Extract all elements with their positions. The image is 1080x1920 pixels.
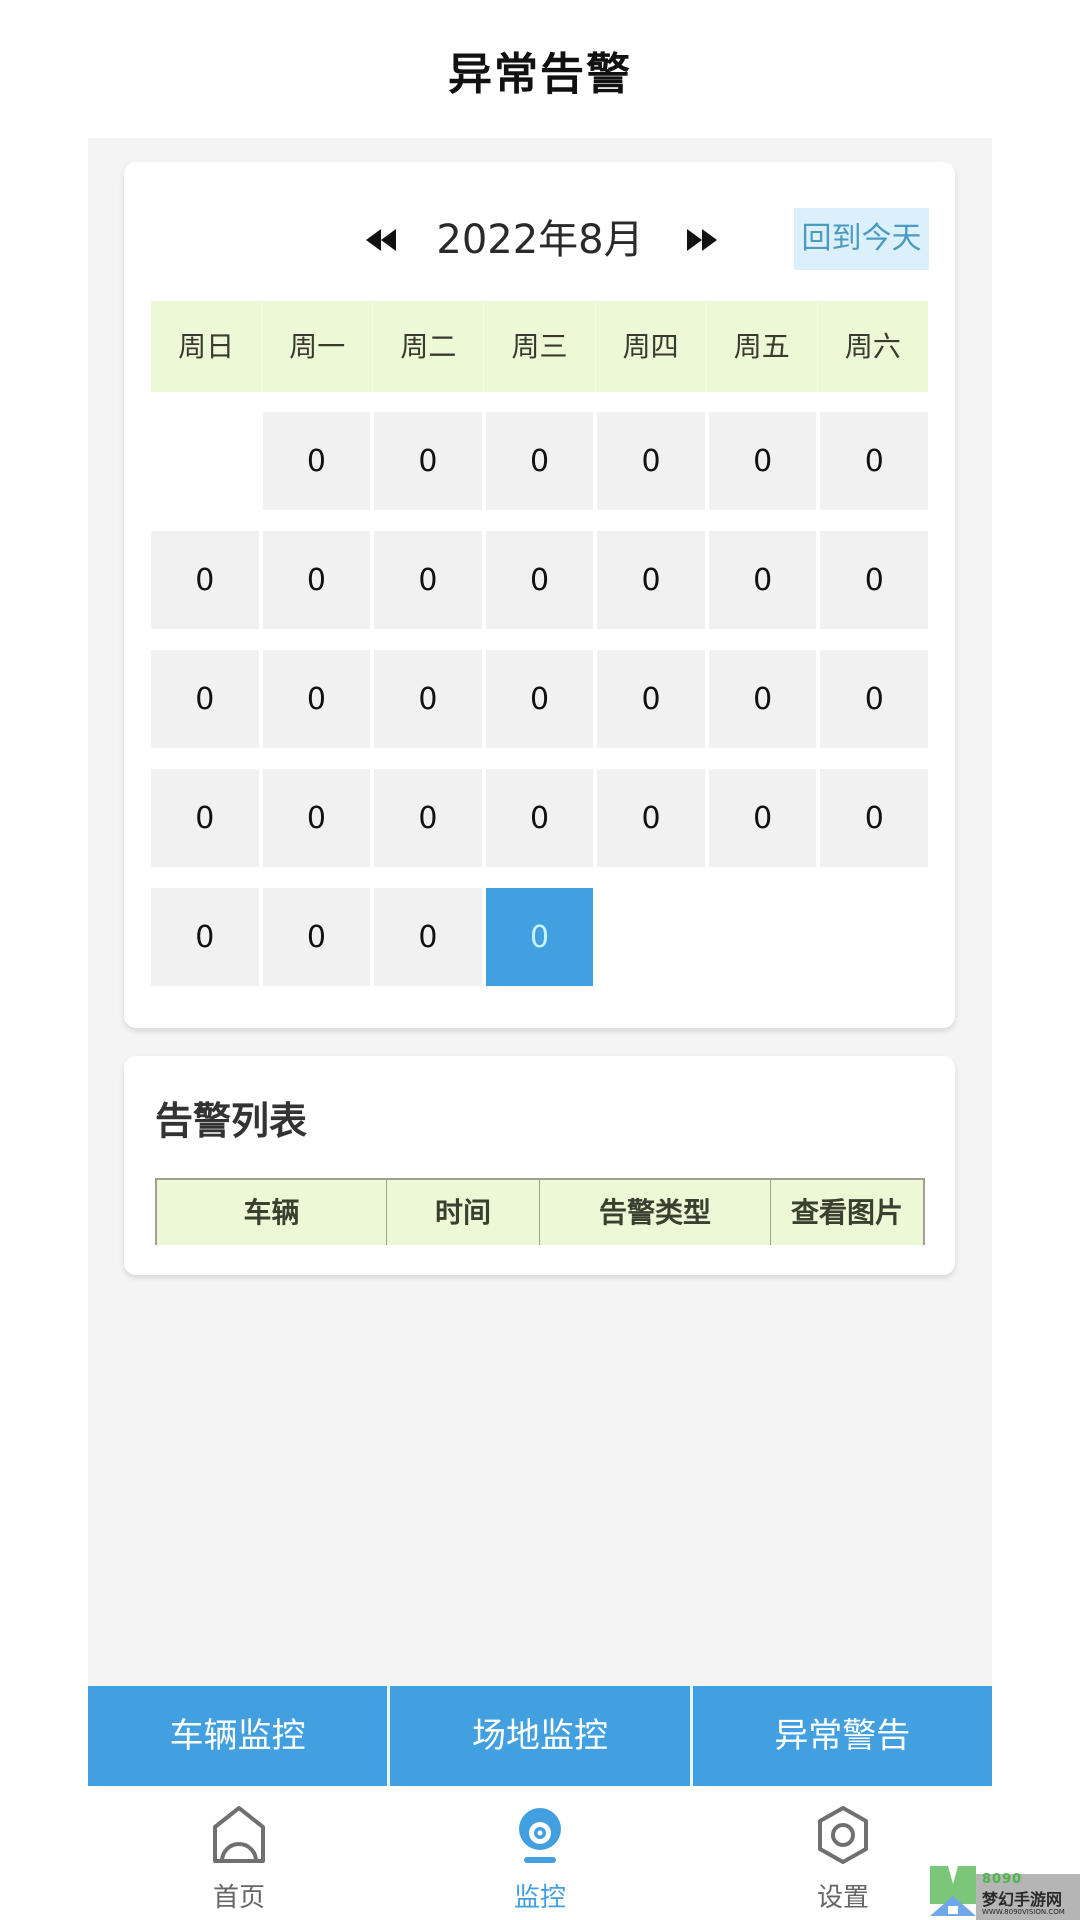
calendar-day-cell[interactable]: 0 bbox=[262, 650, 371, 748]
calendar-day-cell[interactable]: 0 bbox=[262, 769, 371, 867]
column-view-photo: 查看图片 bbox=[790, 1196, 903, 1229]
calendar-day-cell[interactable]: 0 bbox=[151, 650, 259, 748]
double-triangle-left-icon bbox=[366, 229, 396, 251]
weekday-sun: 周日 bbox=[151, 301, 263, 392]
calendar-day-cell[interactable]: 0 bbox=[820, 531, 929, 629]
watermark: 8090 梦幻手游网 WWW.8090VISION.COM bbox=[930, 1860, 1080, 1920]
calendar-day-cell[interactable]: 0 bbox=[374, 412, 482, 510]
tab-vehicle-monitor[interactable]: 车辆监控 bbox=[88, 1686, 391, 1786]
column-vehicle: 车辆 bbox=[157, 1180, 387, 1245]
weekday-tue: 周二 bbox=[373, 301, 485, 392]
column-alert-type: 告警类型 bbox=[540, 1180, 771, 1245]
calendar-day-cell[interactable]: 0 bbox=[597, 769, 705, 867]
nav-settings-label: 设置 bbox=[816, 1883, 869, 1913]
calendar-day-cell[interactable]: 0 bbox=[151, 888, 259, 986]
calendar-day-cell[interactable]: 0 bbox=[485, 769, 594, 867]
bottom-nav: 首页 监控 设置 bbox=[0, 1795, 1080, 1920]
calendar-day-cell[interactable]: 0 bbox=[708, 650, 817, 748]
calendar-week-row: 000000 bbox=[151, 412, 929, 510]
calendar-day-cell[interactable]: 0 bbox=[820, 769, 929, 867]
calendar-day-cell[interactable]: 0 bbox=[708, 412, 817, 510]
calendar-day-cell[interactable]: 0 bbox=[820, 412, 929, 510]
month-label: 2022年8月 bbox=[436, 217, 644, 263]
column-time: 时间 bbox=[387, 1180, 540, 1245]
prev-month-button[interactable] bbox=[361, 220, 401, 260]
nav-monitor-label: 监控 bbox=[513, 1883, 566, 1913]
nav-home-label: 首页 bbox=[212, 1883, 265, 1913]
calendar-day-cell[interactable]: 0 bbox=[597, 531, 705, 629]
calendar-day-cell[interactable]: 0 bbox=[485, 412, 594, 510]
watermark-number: 8090 bbox=[982, 1872, 1023, 1887]
next-month-button[interactable] bbox=[682, 220, 722, 260]
calendar-empty-cell bbox=[597, 888, 705, 986]
watermark-logo-icon bbox=[930, 1866, 976, 1916]
calendar-week-row: 0000000 bbox=[151, 650, 929, 748]
calendar-day-cell[interactable]: 0 bbox=[597, 650, 705, 748]
nav-home[interactable]: 首页 bbox=[179, 1805, 299, 1915]
calendar-day-cell[interactable]: 0 bbox=[374, 650, 482, 748]
page-title: 异常告警 bbox=[448, 49, 632, 100]
calendar-day-cell[interactable]: 0 bbox=[374, 888, 482, 986]
monitor-sub-tabs: 车辆监控 场地监控 异常警告 bbox=[88, 1686, 992, 1786]
calendar-week-row: 0000 bbox=[151, 888, 928, 986]
weekday-thu: 周四 bbox=[596, 301, 707, 392]
calendar-day-cell[interactable]: 0 bbox=[597, 412, 705, 510]
calendar-day-cell[interactable]: 0 bbox=[262, 888, 371, 986]
calendar-grid: 0000000000000000000000000000000 bbox=[151, 412, 929, 1007]
watermark-name: 梦幻手游网 bbox=[982, 1890, 1063, 1909]
calendar-day-cell[interactable]: 0 bbox=[708, 769, 817, 867]
watermark-url: WWW.8090VISION.COM bbox=[982, 1908, 1065, 1916]
back-to-today-button[interactable]: 回到今天 bbox=[794, 208, 929, 270]
tab-abnormal-alert[interactable]: 异常警告 bbox=[693, 1686, 992, 1786]
calendar-day-cell[interactable]: 0 bbox=[151, 769, 259, 867]
tab-site-monitor[interactable]: 场地监控 bbox=[390, 1686, 693, 1786]
calendar-day-cell[interactable]: 0 bbox=[262, 412, 371, 510]
calendar-empty-cell bbox=[709, 888, 817, 986]
calendar-day-cell[interactable]: 0 bbox=[820, 650, 929, 748]
weekday-mon: 周一 bbox=[262, 301, 374, 392]
alert-list-title: 告警列表 bbox=[155, 1099, 308, 1143]
calendar-empty-cell bbox=[820, 888, 928, 986]
calendar-day-cell[interactable]: 0 bbox=[708, 531, 817, 629]
calendar-day-cell[interactable]: 0 bbox=[262, 531, 371, 629]
home-icon bbox=[213, 1806, 265, 1863]
calendar-day-cell[interactable]: 0 bbox=[485, 650, 594, 748]
calendar-week-row: 0000000 bbox=[151, 769, 929, 867]
calendar-day-cell-selected[interactable]: 0 bbox=[485, 888, 594, 986]
settings-icon bbox=[818, 1806, 868, 1864]
calendar-day-cell[interactable]: 0 bbox=[151, 531, 259, 629]
calendar-day-cell[interactable]: 0 bbox=[374, 531, 482, 629]
nav-monitor[interactable]: 监控 bbox=[480, 1805, 600, 1915]
calendar-day-cell[interactable]: 0 bbox=[374, 769, 482, 867]
weekday-fri: 周五 bbox=[707, 301, 818, 392]
calendar-empty-cell bbox=[151, 412, 259, 510]
weekday-header: 周日 周一 周二 周三 周四 周五 周六 bbox=[151, 301, 928, 392]
calendar-day-cell[interactable]: 0 bbox=[485, 531, 594, 629]
weekday-sat: 周六 bbox=[844, 330, 901, 363]
nav-settings[interactable]: 设置 bbox=[783, 1805, 903, 1915]
alert-table-header: 车辆 时间 告警类型 查看图片 bbox=[155, 1178, 925, 1245]
webcam-icon bbox=[519, 1808, 561, 1863]
weekday-wed: 周三 bbox=[484, 301, 596, 392]
double-triangle-right-icon bbox=[687, 229, 717, 251]
calendar-week-row: 0000000 bbox=[151, 531, 929, 629]
